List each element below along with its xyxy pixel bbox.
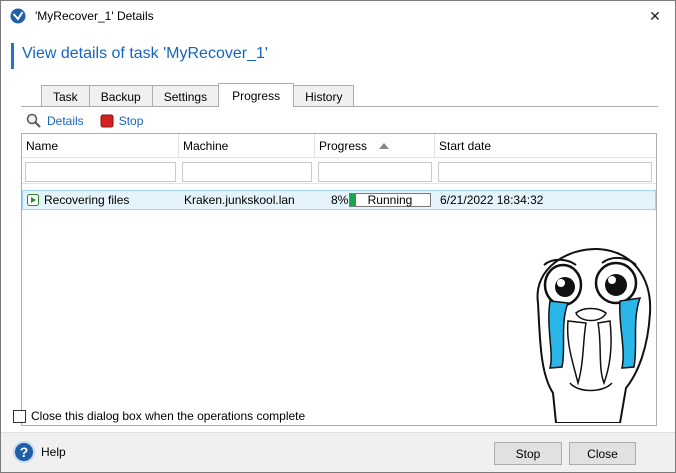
table-row[interactable]: Recovering files Kraken.junkskool.lan 8%… bbox=[22, 190, 656, 210]
stop-label: Stop bbox=[118, 114, 144, 128]
progress-status: Running bbox=[367, 193, 413, 207]
help-button[interactable]: ? Help bbox=[13, 441, 66, 463]
footer-close-button[interactable]: Close bbox=[569, 442, 636, 465]
title-bar: 'MyRecover_1' Details ✕ bbox=[1, 1, 675, 31]
column-header-machine[interactable]: Machine bbox=[179, 134, 315, 158]
tab-settings[interactable]: Settings bbox=[151, 85, 220, 107]
help-icon: ? bbox=[13, 441, 35, 463]
app-logo-icon bbox=[10, 8, 26, 24]
stop-button[interactable]: Stop bbox=[100, 114, 144, 128]
window-title: 'MyRecover_1' Details bbox=[35, 9, 154, 23]
close-when-complete-option[interactable]: Close this dialog box when the operation… bbox=[13, 409, 305, 423]
dialog-content: View details of task 'MyRecover_1' Task … bbox=[1, 31, 675, 432]
tab-divider bbox=[21, 106, 658, 107]
column-header-start-date[interactable]: Start date bbox=[435, 134, 656, 158]
running-status-icon bbox=[27, 194, 39, 206]
column-header-name[interactable]: Name bbox=[22, 134, 179, 158]
close-when-complete-label: Close this dialog box when the operation… bbox=[31, 409, 306, 423]
tab-strip: Task Backup Settings Progress History bbox=[41, 83, 355, 107]
progress-bar: Running bbox=[349, 193, 431, 207]
row-machine: Kraken.junkskool.lan bbox=[184, 193, 295, 207]
row-progress-percent: 8% bbox=[331, 193, 349, 207]
column-header-progress[interactable]: Progress bbox=[315, 134, 435, 158]
crying-face-illustration bbox=[536, 247, 652, 423]
toolbar: Details Stop bbox=[26, 111, 159, 131]
filter-row bbox=[22, 158, 656, 184]
help-label: Help bbox=[41, 445, 66, 459]
tab-progress[interactable]: Progress bbox=[218, 83, 295, 107]
row-start-date: 6/21/2022 18:34:32 bbox=[440, 193, 544, 207]
details-button[interactable]: Details bbox=[26, 113, 84, 129]
page-title: View details of task 'MyRecover_1' bbox=[22, 45, 268, 62]
filter-progress-input[interactable] bbox=[318, 162, 432, 182]
dialog-footer: ? Help Stop Close bbox=[1, 432, 675, 472]
filter-start-date-input[interactable] bbox=[438, 162, 652, 182]
stop-icon bbox=[100, 114, 114, 128]
filter-machine-input[interactable] bbox=[182, 162, 312, 182]
sort-ascending-icon bbox=[379, 143, 390, 149]
magnifier-icon bbox=[26, 113, 41, 128]
window-close-button[interactable]: ✕ bbox=[635, 1, 675, 31]
close-icon: ✕ bbox=[649, 7, 661, 24]
filter-name-input[interactable] bbox=[25, 162, 176, 182]
tab-backup[interactable]: Backup bbox=[88, 85, 153, 107]
grid-header: Name Machine Progress Start date bbox=[22, 134, 656, 158]
operations-grid: Name Machine Progress Start date Recover… bbox=[21, 133, 657, 426]
tab-task[interactable]: Task bbox=[41, 85, 90, 107]
tab-history[interactable]: History bbox=[293, 85, 355, 107]
column-header-progress-label: Progress bbox=[319, 139, 368, 153]
details-label: Details bbox=[47, 114, 84, 128]
row-name: Recovering files bbox=[44, 193, 130, 207]
footer-stop-button[interactable]: Stop bbox=[494, 442, 562, 465]
details-window: 'MyRecover_1' Details ✕ View details of … bbox=[0, 0, 676, 473]
close-when-complete-checkbox[interactable] bbox=[13, 409, 26, 423]
header-accent-bar bbox=[11, 43, 14, 69]
